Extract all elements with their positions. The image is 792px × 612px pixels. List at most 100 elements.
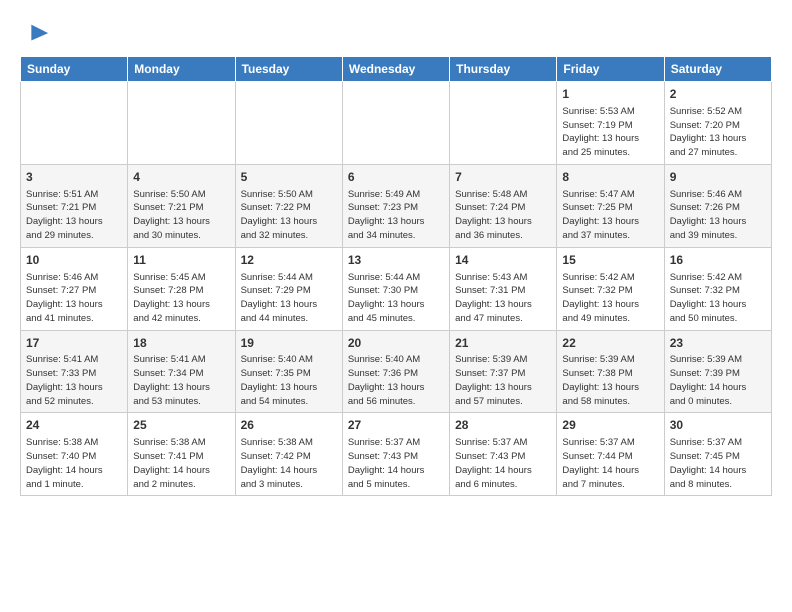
day-info: Sunrise: 5:48 AM Sunset: 7:24 PM Dayligh…	[455, 188, 551, 243]
day-number: 13	[348, 252, 444, 269]
calendar-day-cell: 23Sunrise: 5:39 AM Sunset: 7:39 PM Dayli…	[664, 330, 771, 413]
day-info: Sunrise: 5:49 AM Sunset: 7:23 PM Dayligh…	[348, 188, 444, 243]
day-info: Sunrise: 5:44 AM Sunset: 7:29 PM Dayligh…	[241, 271, 337, 326]
day-number: 1	[562, 86, 658, 103]
day-of-week-header: Saturday	[664, 57, 771, 82]
calendar-day-cell: 20Sunrise: 5:40 AM Sunset: 7:36 PM Dayli…	[342, 330, 449, 413]
day-info: Sunrise: 5:37 AM Sunset: 7:44 PM Dayligh…	[562, 436, 658, 491]
calendar-day-cell: 15 Sunrise: 5:42 AM Sunset: 7:32 PM Dayli…	[557, 247, 664, 330]
calendar-day-cell: 28 Sunrise: 5:37 AM Sunset: 7:43 PM Dayli…	[450, 413, 557, 496]
calendar-week-row: 3 Sunrise: 5:51 AM Sunset: 7:21 PM Daylig…	[21, 164, 772, 247]
day-number: 25	[133, 417, 229, 434]
calendar-body: 1Sunrise: 5:53 AM Sunset: 7:19 PM Daylig…	[21, 82, 772, 496]
day-info: Sunrise: 5:37 AM Sunset: 7:43 PM Dayligh…	[455, 436, 551, 491]
calendar-day-cell: 12 Sunrise: 5:44 AM Sunset: 7:29 PM Dayli…	[235, 247, 342, 330]
day-number: 9	[670, 169, 766, 186]
day-info: Sunrise: 5:40 AM Sunset: 7:35 PM Dayligh…	[241, 353, 337, 408]
day-info: Sunrise: 5:37 AM Sunset: 7:45 PM Dayligh…	[670, 436, 766, 491]
logo	[20, 20, 50, 48]
day-info: Sunrise: 5:37 AM Sunset: 7:43 PM Dayligh…	[348, 436, 444, 491]
day-number: 4	[133, 169, 229, 186]
day-of-week-header: Tuesday	[235, 57, 342, 82]
day-number: 7	[455, 169, 551, 186]
calendar-day-cell	[450, 82, 557, 165]
day-number: 23	[670, 335, 766, 352]
day-info: Sunrise: 5:41 AM Sunset: 7:33 PM Dayligh…	[26, 353, 122, 408]
day-info: Sunrise: 5:38 AM Sunset: 7:41 PM Dayligh…	[133, 436, 229, 491]
day-number: 8	[562, 169, 658, 186]
day-number: 27	[348, 417, 444, 434]
day-info: Sunrise: 5:52 AM Sunset: 7:20 PM Dayligh…	[670, 105, 766, 160]
day-number: 29	[562, 417, 658, 434]
day-number: 24	[26, 417, 122, 434]
calendar-day-cell: 1Sunrise: 5:53 AM Sunset: 7:19 PM Daylig…	[557, 82, 664, 165]
calendar-header: SundayMondayTuesdayWednesdayThursdayFrid…	[21, 57, 772, 82]
day-number: 6	[348, 169, 444, 186]
day-of-week-header: Friday	[557, 57, 664, 82]
calendar-day-cell: 27 Sunrise: 5:37 AM Sunset: 7:43 PM Dayli…	[342, 413, 449, 496]
calendar-day-cell: 3 Sunrise: 5:51 AM Sunset: 7:21 PM Daylig…	[21, 164, 128, 247]
calendar-day-cell	[235, 82, 342, 165]
day-of-week-header: Wednesday	[342, 57, 449, 82]
day-number: 17	[26, 335, 122, 352]
day-number: 20	[348, 335, 444, 352]
day-number: 10	[26, 252, 122, 269]
calendar-day-cell	[342, 82, 449, 165]
day-info: Sunrise: 5:40 AM Sunset: 7:36 PM Dayligh…	[348, 353, 444, 408]
calendar-day-cell: 9Sunrise: 5:46 AM Sunset: 7:26 PM Daylig…	[664, 164, 771, 247]
page-header	[20, 16, 772, 48]
day-of-week-header: Sunday	[21, 57, 128, 82]
day-info: Sunrise: 5:50 AM Sunset: 7:22 PM Dayligh…	[241, 188, 337, 243]
day-number: 14	[455, 252, 551, 269]
calendar-week-row: 24 Sunrise: 5:38 AM Sunset: 7:40 PM Dayli…	[21, 413, 772, 496]
day-info: Sunrise: 5:44 AM Sunset: 7:30 PM Dayligh…	[348, 271, 444, 326]
day-info: Sunrise: 5:42 AM Sunset: 7:32 PM Dayligh…	[562, 271, 658, 326]
day-number: 21	[455, 335, 551, 352]
calendar-day-cell: 22Sunrise: 5:39 AM Sunset: 7:38 PM Dayli…	[557, 330, 664, 413]
calendar-week-row: 17Sunrise: 5:41 AM Sunset: 7:33 PM Dayli…	[21, 330, 772, 413]
calendar-day-cell	[21, 82, 128, 165]
calendar-day-cell: 2 Sunrise: 5:52 AM Sunset: 7:20 PM Daylig…	[664, 82, 771, 165]
calendar-day-cell: 7 Sunrise: 5:48 AM Sunset: 7:24 PM Daylig…	[450, 164, 557, 247]
calendar-day-cell: 5 Sunrise: 5:50 AM Sunset: 7:22 PM Daylig…	[235, 164, 342, 247]
calendar-day-cell: 4 Sunrise: 5:50 AM Sunset: 7:21 PM Daylig…	[128, 164, 235, 247]
day-number: 18	[133, 335, 229, 352]
day-number: 30	[670, 417, 766, 434]
calendar-week-row: 10 Sunrise: 5:46 AM Sunset: 7:27 PM Dayli…	[21, 247, 772, 330]
day-info: Sunrise: 5:38 AM Sunset: 7:40 PM Dayligh…	[26, 436, 122, 491]
calendar-day-cell: 29 Sunrise: 5:37 AM Sunset: 7:44 PM Dayli…	[557, 413, 664, 496]
logo-icon	[22, 20, 50, 48]
day-info: Sunrise: 5:47 AM Sunset: 7:25 PM Dayligh…	[562, 188, 658, 243]
day-info: Sunrise: 5:39 AM Sunset: 7:38 PM Dayligh…	[562, 353, 658, 408]
day-number: 5	[241, 169, 337, 186]
day-info: Sunrise: 5:46 AM Sunset: 7:27 PM Dayligh…	[26, 271, 122, 326]
calendar-day-cell: 6 Sunrise: 5:49 AM Sunset: 7:23 PM Daylig…	[342, 164, 449, 247]
day-of-week-header: Thursday	[450, 57, 557, 82]
day-number: 12	[241, 252, 337, 269]
calendar-day-cell: 16Sunrise: 5:42 AM Sunset: 7:32 PM Dayli…	[664, 247, 771, 330]
calendar-day-cell: 24 Sunrise: 5:38 AM Sunset: 7:40 PM Dayli…	[21, 413, 128, 496]
day-number: 11	[133, 252, 229, 269]
day-number: 16	[670, 252, 766, 269]
day-number: 3	[26, 169, 122, 186]
calendar-day-cell: 26 Sunrise: 5:38 AM Sunset: 7:42 PM Dayli…	[235, 413, 342, 496]
day-info: Sunrise: 5:39 AM Sunset: 7:39 PM Dayligh…	[670, 353, 766, 408]
calendar-week-row: 1Sunrise: 5:53 AM Sunset: 7:19 PM Daylig…	[21, 82, 772, 165]
calendar-day-cell: 8 Sunrise: 5:47 AM Sunset: 7:25 PM Daylig…	[557, 164, 664, 247]
day-number: 15	[562, 252, 658, 269]
day-info: Sunrise: 5:38 AM Sunset: 7:42 PM Dayligh…	[241, 436, 337, 491]
day-number: 26	[241, 417, 337, 434]
day-info: Sunrise: 5:51 AM Sunset: 7:21 PM Dayligh…	[26, 188, 122, 243]
calendar-day-cell: 30 Sunrise: 5:37 AM Sunset: 7:45 PM Dayli…	[664, 413, 771, 496]
day-info: Sunrise: 5:41 AM Sunset: 7:34 PM Dayligh…	[133, 353, 229, 408]
day-info: Sunrise: 5:45 AM Sunset: 7:28 PM Dayligh…	[133, 271, 229, 326]
calendar-day-cell: 21Sunrise: 5:39 AM Sunset: 7:37 PM Dayli…	[450, 330, 557, 413]
day-info: Sunrise: 5:50 AM Sunset: 7:21 PM Dayligh…	[133, 188, 229, 243]
day-number: 28	[455, 417, 551, 434]
day-number: 2	[670, 86, 766, 103]
calendar-day-cell: 10 Sunrise: 5:46 AM Sunset: 7:27 PM Dayli…	[21, 247, 128, 330]
calendar-day-cell: 14Sunrise: 5:43 AM Sunset: 7:31 PM Dayli…	[450, 247, 557, 330]
calendar: SundayMondayTuesdayWednesdayThursdayFrid…	[20, 56, 772, 496]
calendar-day-cell: 19Sunrise: 5:40 AM Sunset: 7:35 PM Dayli…	[235, 330, 342, 413]
day-number: 22	[562, 335, 658, 352]
